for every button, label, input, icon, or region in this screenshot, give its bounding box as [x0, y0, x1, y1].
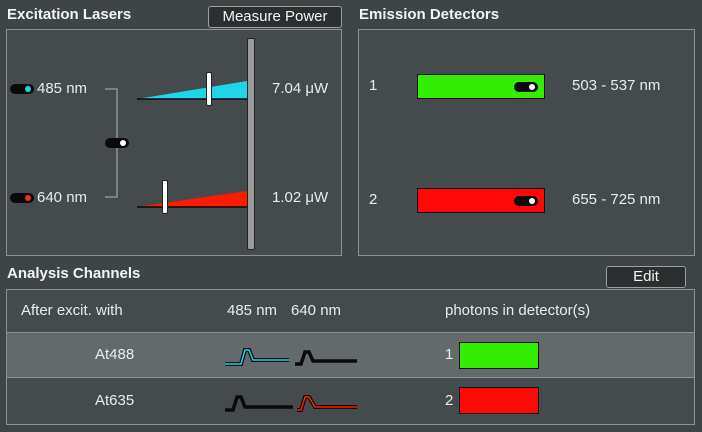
channel-at488-name: At488: [95, 346, 135, 363]
channel-at488-laser-pulses: [225, 348, 357, 366]
laser-485-slider-thumb[interactable]: [206, 72, 212, 106]
analysis-title: Analysis Channels: [7, 265, 141, 282]
laser-485-power-slider[interactable]: [135, 78, 250, 102]
detector-2-range: 655 - 725 nm: [572, 191, 661, 208]
laser-485-power: 7.04 μW: [272, 80, 329, 97]
laser-640-slider-thumb[interactable]: [162, 180, 168, 214]
edit-button[interactable]: Edit: [606, 266, 686, 288]
detector-2-bar[interactable]: [417, 188, 545, 213]
detector-1-toggle[interactable]: [514, 82, 538, 92]
channel-at635-detector-swatch: [459, 387, 539, 414]
channel-at635-laser-pulses: [225, 395, 357, 412]
detector-1-range: 503 - 537 nm: [572, 77, 661, 94]
laser-640-power-slider[interactable]: [135, 188, 250, 210]
emission-title: Emission Detectors: [359, 6, 500, 23]
channel-row-at635[interactable]: At635 2: [7, 378, 694, 424]
detector-1-bar[interactable]: [417, 74, 545, 99]
channel-at635-name: At635: [95, 392, 135, 409]
measure-power-button[interactable]: Measure Power: [208, 6, 342, 28]
laser-485-label: 485 nm: [37, 80, 88, 97]
detector-2-toggle[interactable]: [514, 196, 538, 206]
analysis-header-row: After excit. with 485 nm 640 nm photons …: [7, 290, 694, 333]
channel-at635-detector-index: 2: [445, 392, 454, 409]
excitation-title: Excitation Lasers: [7, 6, 132, 23]
power-divider-bar: [247, 38, 255, 250]
laser-485-toggle[interactable]: [10, 84, 34, 94]
header-photons: photons in detector(s): [445, 302, 591, 319]
laser-link-toggle[interactable]: [105, 138, 129, 148]
laser-640-power: 1.02 μW: [272, 189, 329, 206]
laser-640-toggle[interactable]: [10, 193, 34, 203]
header-laser-485: 485 nm: [227, 302, 278, 319]
channel-row-at488[interactable]: At488 1: [7, 333, 694, 378]
emission-panel: 1 503 - 537 nm 2 655 - 725 nm: [358, 29, 695, 256]
excitation-panel: 485 nm 640 nm 7.04 μW 1.02 μW: [6, 29, 342, 256]
channel-at488-detector-index: 1: [445, 346, 454, 363]
channel-at488-detector-swatch: [459, 342, 539, 369]
header-after-excit: After excit. with: [21, 302, 123, 319]
detector-1-index: 1: [369, 77, 378, 94]
laser-640-label: 640 nm: [37, 189, 88, 206]
header-laser-640: 640 nm: [291, 302, 342, 319]
detector-2-index: 2: [369, 191, 378, 208]
analysis-panel: After excit. with 485 nm 640 nm photons …: [6, 289, 695, 425]
